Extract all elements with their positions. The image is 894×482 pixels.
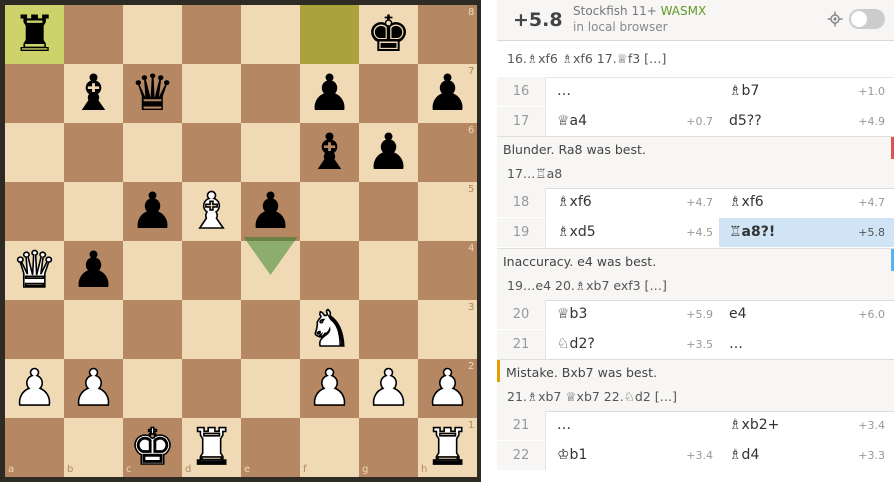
engine-variant: WASMX: [660, 4, 707, 18]
engine-header: +5.8 Stockfish 11+ WASMX in local browse…: [497, 0, 894, 41]
engine-name: Stockfish 11+ WASMX: [573, 4, 706, 18]
move-number: 21: [497, 330, 545, 359]
comment-text: Inaccuracy. e4 was best.: [503, 254, 657, 269]
chessboard[interactable]: 8 7 6 5 4 3 2 a b c d e f g 1 h ♜ ♚ ♝ ♛ ♟ ♟ ♝ ♟ ♟ ♝ ♟ ♛ ♟ ♞ ♟ ♟ ♟ ♟ ♟ ♚ ♜ ♜: [0, 0, 481, 482]
variation-text[interactable]: 16.♗xf6 ♗xf6 17.♕f3 […]: [507, 51, 666, 66]
engine-name-text: Stockfish 11+: [573, 4, 657, 18]
move-list[interactable]: 16.♗xf6 ♗xf6 17.♕f3 […] Blunder. Ra8 was…: [497, 41, 894, 482]
move-row: 22 ♔b1 +3.4 ♗d4 +3.3: [497, 441, 894, 470]
black-eval: +6.0: [858, 308, 885, 321]
black-eval: [839, 330, 885, 359]
move-number: 17: [497, 107, 545, 136]
engine-toggle[interactable]: [849, 9, 885, 29]
move-row: 20 ♕b3 +5.9 e4 +6.0: [497, 300, 894, 329]
column-divider: [545, 411, 546, 471]
engine-location: in local browser: [573, 20, 668, 34]
move-row: 19 ♗xd5 +4.5 ♖a8?! +5.8: [497, 218, 894, 247]
move-number: 16: [497, 77, 545, 106]
move-number: 19: [497, 218, 545, 247]
comment-blunder: Blunder. Ra8 was best. 17…♖a8: [497, 136, 894, 189]
comment-text: Mistake. Bxb7 was best.: [506, 365, 657, 380]
arrow-head: [243, 237, 298, 275]
toggle-knob: [851, 11, 867, 27]
move-number: 21: [497, 411, 545, 440]
white-eval: [667, 77, 713, 106]
white-eval: +4.7: [686, 196, 713, 209]
board-squares[interactable]: 8 7 6 5 4 3 2 a b c d e f g 1 h ♜ ♚ ♝ ♛ ♟ ♟ ♝ ♟ ♟ ♝ ♟ ♛ ♟ ♞ ♟ ♟ ♟ ♟ ♟ ♚ ♜ ♜: [5, 5, 477, 477]
black-eval: +3.4: [858, 419, 885, 432]
column-divider: [545, 188, 546, 248]
move-row: 18 ♗xf6 +4.7 ♗xf6 +4.7: [497, 188, 894, 217]
white-eval: [667, 411, 713, 440]
move-number: 22: [497, 441, 545, 470]
column-divider: [545, 77, 546, 137]
move-number: 20: [497, 300, 545, 329]
comment-mistake: Mistake. Bxb7 was best. 21.♗xb7 ♕xb7 22.…: [497, 359, 894, 412]
black-eval: +1.0: [858, 85, 885, 98]
white-eval: +0.7: [686, 115, 713, 128]
comment-text: Blunder. Ra8 was best.: [503, 142, 646, 157]
black-eval: +3.3: [858, 449, 885, 462]
move-row: 17 ♕a4 +0.7 d5?? +4.9: [497, 107, 894, 136]
comment-inaccuracy: Inaccuracy. e4 was best. 19…e4 20.♗xb7 e…: [497, 248, 894, 301]
comment-line[interactable]: 21.♗xb7 ♕xb7 22.♘d2 […]: [507, 389, 677, 404]
white-eval: +3.4: [686, 449, 713, 462]
black-eval: +4.9: [858, 115, 885, 128]
comment-line[interactable]: 17…♖a8: [507, 166, 562, 181]
variation-line[interactable]: 16.♗xf6 ♗xf6 17.♕f3 […]: [497, 41, 894, 78]
engine-eval: +5.8: [513, 9, 563, 31]
white-eval: +3.5: [686, 338, 713, 351]
comment-line[interactable]: 19…e4 20.♗xb7 exf3 […]: [507, 278, 667, 293]
mistake-marker: [497, 360, 500, 382]
analysis-panel: +5.8 Stockfish 11+ WASMX in local browse…: [497, 0, 894, 482]
move-row: 16… ♗b7 +1.0: [497, 77, 894, 106]
black-eval: +4.7: [858, 196, 885, 209]
column-divider: [545, 300, 546, 360]
target-icon[interactable]: [827, 11, 843, 27]
move-row: 21… ♗xb2+ +3.4: [497, 411, 894, 440]
best-move-arrow: [243, 237, 298, 275]
move-number: 18: [497, 188, 545, 217]
black-eval: +5.8: [858, 226, 885, 239]
white-eval: +4.5: [686, 226, 713, 239]
move-row: 21 ♘d2? +3.5…: [497, 330, 894, 359]
white-eval: +5.9: [686, 308, 713, 321]
